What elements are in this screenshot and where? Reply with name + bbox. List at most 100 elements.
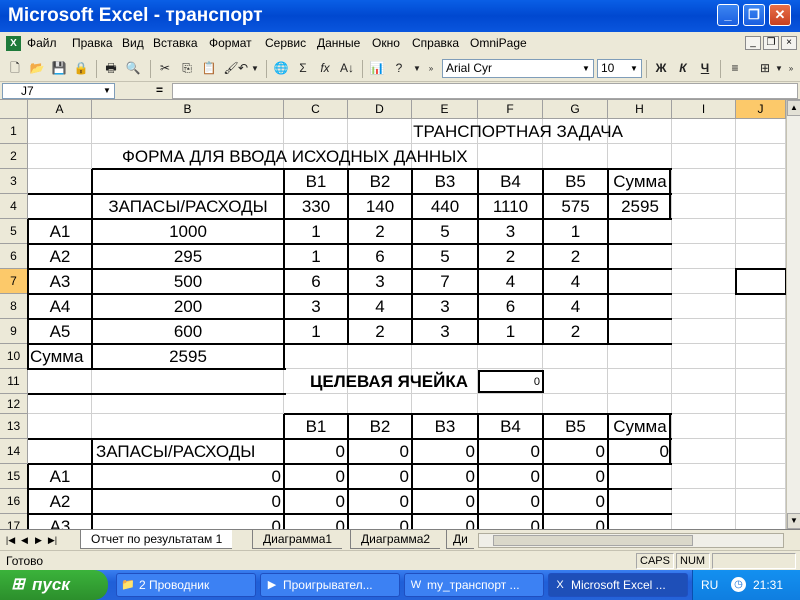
sheet-tab-results-report[interactable]: Отчет по результатам 1 — [80, 530, 233, 549]
task-word-document[interactable]: W my_транспорт ... — [404, 573, 544, 597]
cost-cell[interactable]: 2 — [543, 244, 608, 269]
italic-button[interactable]: К — [674, 60, 692, 77]
cost-cell[interactable]: 3 — [284, 294, 348, 319]
sum-label[interactable]: Сумма — [28, 344, 92, 369]
column-header-j[interactable]: J — [736, 100, 786, 119]
undo-dropdown-icon[interactable]: ▼ — [250, 60, 260, 77]
copy-icon[interactable]: ⎘ — [178, 60, 196, 77]
doc-minimize-button[interactable]: _ — [745, 36, 761, 50]
demand-header-b3[interactable]: B3 — [412, 169, 478, 194]
cost-cell[interactable]: 3 — [412, 319, 478, 344]
sheet-tab-chart2[interactable]: Диаграмма2 — [350, 530, 441, 549]
demand-header-b5[interactable]: B5 — [543, 169, 608, 194]
cost-cell[interactable]: 6 — [284, 269, 348, 294]
result-demand-cell[interactable]: 0 — [412, 439, 478, 464]
worksheet-grid[interactable]: A B C D E F G H I J 1 2 3 4 5 6 7 8 9 10 11 12 13 14 15 16 17 ТРАНС… — [0, 100, 786, 529]
bold-button[interactable]: Ж — [652, 60, 670, 77]
supply-cell[interactable]: 295 — [92, 244, 284, 269]
language-indicator[interactable]: RU — [701, 578, 718, 592]
result-supplier-label[interactable]: A2 — [28, 489, 92, 514]
chevron-down-icon[interactable]: ▼ — [627, 60, 641, 77]
result-demand-cell[interactable]: 0 — [284, 439, 348, 464]
sheet-tab-chart1[interactable]: Диаграмма1 — [252, 530, 343, 549]
column-header-h[interactable]: H — [608, 100, 672, 119]
last-sheet-icon[interactable]: ▶| — [46, 533, 59, 548]
supplier-label[interactable]: A5 — [28, 319, 92, 344]
doc-restore-button[interactable]: ❐ — [763, 36, 779, 50]
chart-wizard-icon[interactable]: 📊 — [368, 60, 386, 77]
demand-cell[interactable]: 2595 — [608, 194, 672, 219]
borders-dropdown-icon[interactable]: ▼ — [774, 60, 784, 77]
column-header-c[interactable]: C — [284, 100, 348, 119]
demand-cell[interactable]: 140 — [348, 194, 412, 219]
underline-button[interactable]: Ч — [696, 60, 714, 77]
restore-button[interactable]: ❐ — [743, 4, 765, 26]
task-media-player[interactable]: ▶ Проигрывател... — [260, 573, 400, 597]
sum-value[interactable]: 2595 — [92, 344, 284, 369]
row-header-16[interactable]: 16 — [0, 489, 28, 514]
function-icon[interactable]: fx — [316, 60, 334, 77]
menu-view[interactable]: Вид — [122, 36, 144, 50]
row-header-2[interactable]: 2 — [0, 144, 28, 169]
result-supplier-label[interactable]: A3 — [28, 514, 92, 529]
result-cell[interactable]: 0 — [348, 514, 412, 529]
result-cell[interactable]: 0 — [478, 489, 543, 514]
cost-cell[interactable]: 6 — [478, 294, 543, 319]
result-cell[interactable]: 0 — [543, 489, 608, 514]
menu-file[interactable]: Файл — [27, 36, 57, 50]
cost-cell[interactable]: 2 — [348, 319, 412, 344]
result-header-b1[interactable]: B1 — [284, 414, 348, 439]
column-header-g[interactable]: G — [543, 100, 608, 119]
target-label[interactable]: ЦЕЛЕВАЯ ЯЧЕЙКА — [284, 369, 478, 394]
task-excel[interactable]: X Microsoft Excel ... — [548, 573, 688, 597]
result-cell[interactable]: 0 — [543, 514, 608, 529]
print-icon[interactable]: 🖶 — [102, 60, 120, 77]
title-bar[interactable]: Microsoft Excel - транспорт _ ❐ ✕ — [0, 0, 800, 32]
supplier-label[interactable]: A3 — [28, 269, 92, 294]
cost-cell[interactable]: 2 — [478, 244, 543, 269]
font-name-select[interactable]: Arial Cyr ▼ — [442, 59, 594, 78]
print-preview-icon[interactable]: 🔍 — [124, 60, 142, 77]
prev-sheet-icon[interactable]: ◀ — [18, 533, 31, 548]
toolbar-more-icon[interactable]: » — [786, 60, 796, 77]
permission-icon[interactable]: 🔒 — [72, 60, 90, 77]
cost-cell[interactable]: 4 — [543, 269, 608, 294]
result-demand-cell[interactable]: 0 — [608, 439, 672, 464]
cost-cell[interactable]: 4 — [543, 294, 608, 319]
result-demand-cell[interactable]: 0 — [348, 439, 412, 464]
name-box[interactable]: J7 ▼ — [2, 83, 115, 99]
target-cell[interactable]: 0 — [478, 370, 544, 393]
chevron-down-icon[interactable]: ▼ — [579, 60, 593, 77]
menu-window[interactable]: Окно — [372, 36, 400, 50]
menu-insert[interactable]: Вставка — [153, 36, 198, 50]
chevron-down-icon[interactable]: ▼ — [100, 84, 114, 98]
supplier-label[interactable]: A1 — [28, 219, 92, 244]
row-header-15[interactable]: 15 — [0, 464, 28, 489]
menu-help[interactable]: Справка — [412, 36, 459, 50]
cost-cell[interactable]: 1 — [543, 219, 608, 244]
active-cell-selection[interactable] — [735, 268, 786, 295]
cost-cell[interactable]: 3 — [348, 269, 412, 294]
scroll-up-icon[interactable]: ▲ — [787, 100, 800, 116]
menu-edit[interactable]: Правка — [72, 36, 113, 50]
paste-icon[interactable]: 📋 — [200, 60, 218, 77]
cost-cell[interactable]: 4 — [478, 269, 543, 294]
cost-cell[interactable]: 1 — [284, 244, 348, 269]
row-header-11[interactable]: 11 — [0, 369, 28, 394]
column-header-i[interactable]: I — [672, 100, 736, 119]
cost-cell[interactable]: 4 — [348, 294, 412, 319]
horizontal-scroll-thumb[interactable] — [493, 535, 693, 546]
result-header-b2[interactable]: B2 — [348, 414, 412, 439]
column-header-d[interactable]: D — [348, 100, 412, 119]
new-document-icon[interactable]: 🗋 — [6, 60, 24, 77]
row-header-3[interactable]: 3 — [0, 169, 28, 194]
cost-cell[interactable]: 7 — [412, 269, 478, 294]
supplier-label[interactable]: A4 — [28, 294, 92, 319]
row-header-13[interactable]: 13 — [0, 414, 28, 439]
demand-cell[interactable]: 575 — [543, 194, 608, 219]
column-header-f[interactable]: F — [478, 100, 543, 119]
row-header-1[interactable]: 1 — [0, 119, 28, 144]
supply-cell[interactable]: 200 — [92, 294, 284, 319]
menu-omnipage[interactable]: OmniPage — [470, 36, 527, 50]
row-header-4[interactable]: 4 — [0, 194, 28, 219]
